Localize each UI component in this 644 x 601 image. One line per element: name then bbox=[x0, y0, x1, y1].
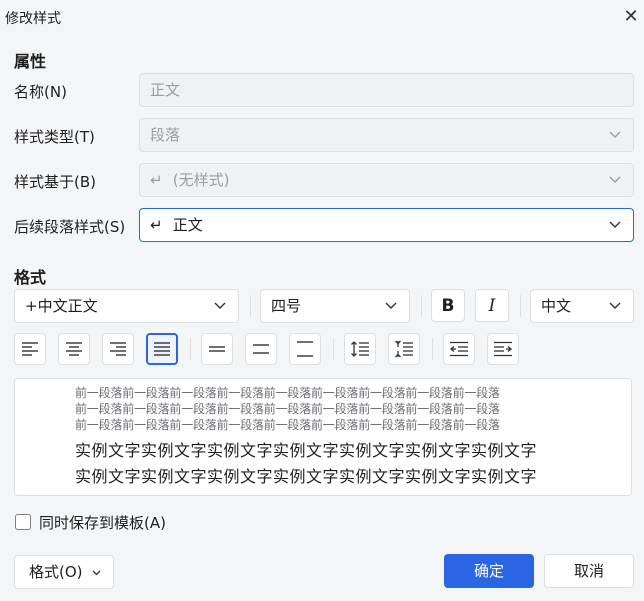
preview-sample-line: 实例文字实例文字实例文字实例文字实例文字实例文字实例文字 bbox=[75, 441, 538, 460]
bold-button[interactable]: B bbox=[431, 289, 465, 322]
divider bbox=[520, 295, 521, 317]
chevron-down-icon bbox=[609, 209, 621, 229]
following-style-label: 后续段落样式(S) bbox=[14, 218, 126, 236]
save-to-template-label[interactable]: 同时保存到模板(A) bbox=[39, 512, 166, 533]
preview-previous-paragraph-line: 前一段落前一段落前一段落前一段落前一段落前一段落前一段落前一段落前一段落 bbox=[75, 402, 500, 416]
divider bbox=[432, 338, 433, 360]
close-icon[interactable]: ✕ bbox=[620, 6, 642, 28]
format-section-title: 格式 bbox=[14, 268, 47, 287]
divider bbox=[421, 295, 422, 317]
paragraph-return-icon: ↵ bbox=[150, 171, 163, 189]
based-on-value: (无样式) bbox=[172, 171, 230, 189]
chevron-down-icon bbox=[385, 290, 397, 310]
spacing-decrease-icon bbox=[395, 340, 413, 358]
style-type-value: 段落 bbox=[150, 126, 181, 144]
align-right-icon bbox=[110, 342, 126, 356]
chevron-down-icon bbox=[609, 164, 621, 184]
align-right-button[interactable] bbox=[102, 333, 134, 365]
style-preview: 前一段落前一段落前一段落前一段落前一段落前一段落前一段落前一段落前一段落 前一段… bbox=[14, 378, 632, 496]
format-menu-button[interactable]: 格式(O) bbox=[14, 555, 114, 589]
save-to-template-checkbox[interactable] bbox=[15, 514, 31, 530]
divider bbox=[333, 338, 334, 360]
based-on-select: ↵ (无样式) bbox=[139, 163, 634, 197]
preview-sample-line: 实例文字实例文字实例文字实例文字实例文字实例文字实例文字 bbox=[75, 467, 538, 486]
double-spacing-icon bbox=[297, 341, 313, 357]
spacing-increase-icon bbox=[351, 341, 369, 357]
based-on-label: 样式基于(B) bbox=[14, 173, 96, 191]
one-half-spacing-icon bbox=[253, 344, 269, 354]
preview-previous-paragraph-line: 前一段落前一段落前一段落前一段落前一段落前一段落前一段落前一段落前一段落 bbox=[75, 386, 500, 400]
paragraph-return-icon: ↵ bbox=[150, 216, 163, 234]
font-size-select[interactable]: 四号 bbox=[260, 289, 410, 323]
chevron-down-icon bbox=[609, 119, 621, 139]
font-size-value: 四号 bbox=[271, 297, 302, 315]
decrease-paragraph-spacing-button[interactable] bbox=[388, 333, 420, 365]
bold-label: B bbox=[441, 295, 455, 316]
align-left-button[interactable] bbox=[14, 333, 46, 365]
preview-previous-paragraph-line: 前一段落前一段落前一段落前一段落前一段落前一段落前一段落前一段落前一段落 bbox=[75, 418, 500, 432]
one-half-spacing-button[interactable] bbox=[245, 333, 277, 365]
italic-button[interactable]: I bbox=[475, 289, 509, 322]
properties-section-title: 属性 bbox=[14, 52, 47, 71]
align-left-icon bbox=[22, 342, 38, 356]
cancel-button[interactable]: 取消 bbox=[544, 554, 634, 588]
increase-indent-button[interactable] bbox=[487, 333, 519, 365]
dialog-title: 修改样式 bbox=[5, 11, 61, 27]
chevron-down-icon bbox=[214, 290, 226, 310]
divider bbox=[250, 295, 251, 317]
decrease-indent-button[interactable] bbox=[443, 333, 475, 365]
style-type-select: 段落 bbox=[139, 118, 634, 152]
chevron-down-icon bbox=[92, 556, 101, 576]
script-select[interactable]: 中文 bbox=[530, 289, 634, 323]
name-value: 正文 bbox=[150, 81, 181, 99]
following-style-value: 正文 bbox=[172, 216, 203, 234]
name-label: 名称(N) bbox=[14, 83, 67, 101]
style-type-label: 样式类型(T) bbox=[14, 128, 95, 146]
ok-button[interactable]: 确定 bbox=[444, 554, 534, 588]
font-name-value: +中文正文 bbox=[25, 297, 98, 315]
align-center-button[interactable] bbox=[58, 333, 90, 365]
single-spacing-button[interactable] bbox=[201, 333, 233, 365]
align-center-icon bbox=[66, 342, 82, 356]
chevron-down-icon bbox=[609, 290, 621, 310]
title-bar: 修改样式 ✕ bbox=[0, 0, 644, 36]
following-style-select[interactable]: ↵ 正文 bbox=[139, 208, 634, 242]
align-justify-button[interactable] bbox=[146, 333, 178, 365]
outdent-icon bbox=[449, 341, 468, 357]
script-value: 中文 bbox=[541, 297, 572, 315]
italic-label: I bbox=[488, 295, 496, 316]
align-justify-icon bbox=[154, 342, 170, 356]
single-spacing-icon bbox=[209, 346, 225, 352]
name-field: 正文 bbox=[139, 73, 634, 107]
increase-paragraph-spacing-button[interactable] bbox=[344, 333, 376, 365]
format-menu-label: 格式(O) bbox=[29, 563, 83, 581]
divider bbox=[190, 338, 191, 360]
font-name-select[interactable]: +中文正文 bbox=[14, 289, 239, 323]
indent-icon bbox=[494, 341, 513, 357]
double-spacing-button[interactable] bbox=[289, 333, 321, 365]
